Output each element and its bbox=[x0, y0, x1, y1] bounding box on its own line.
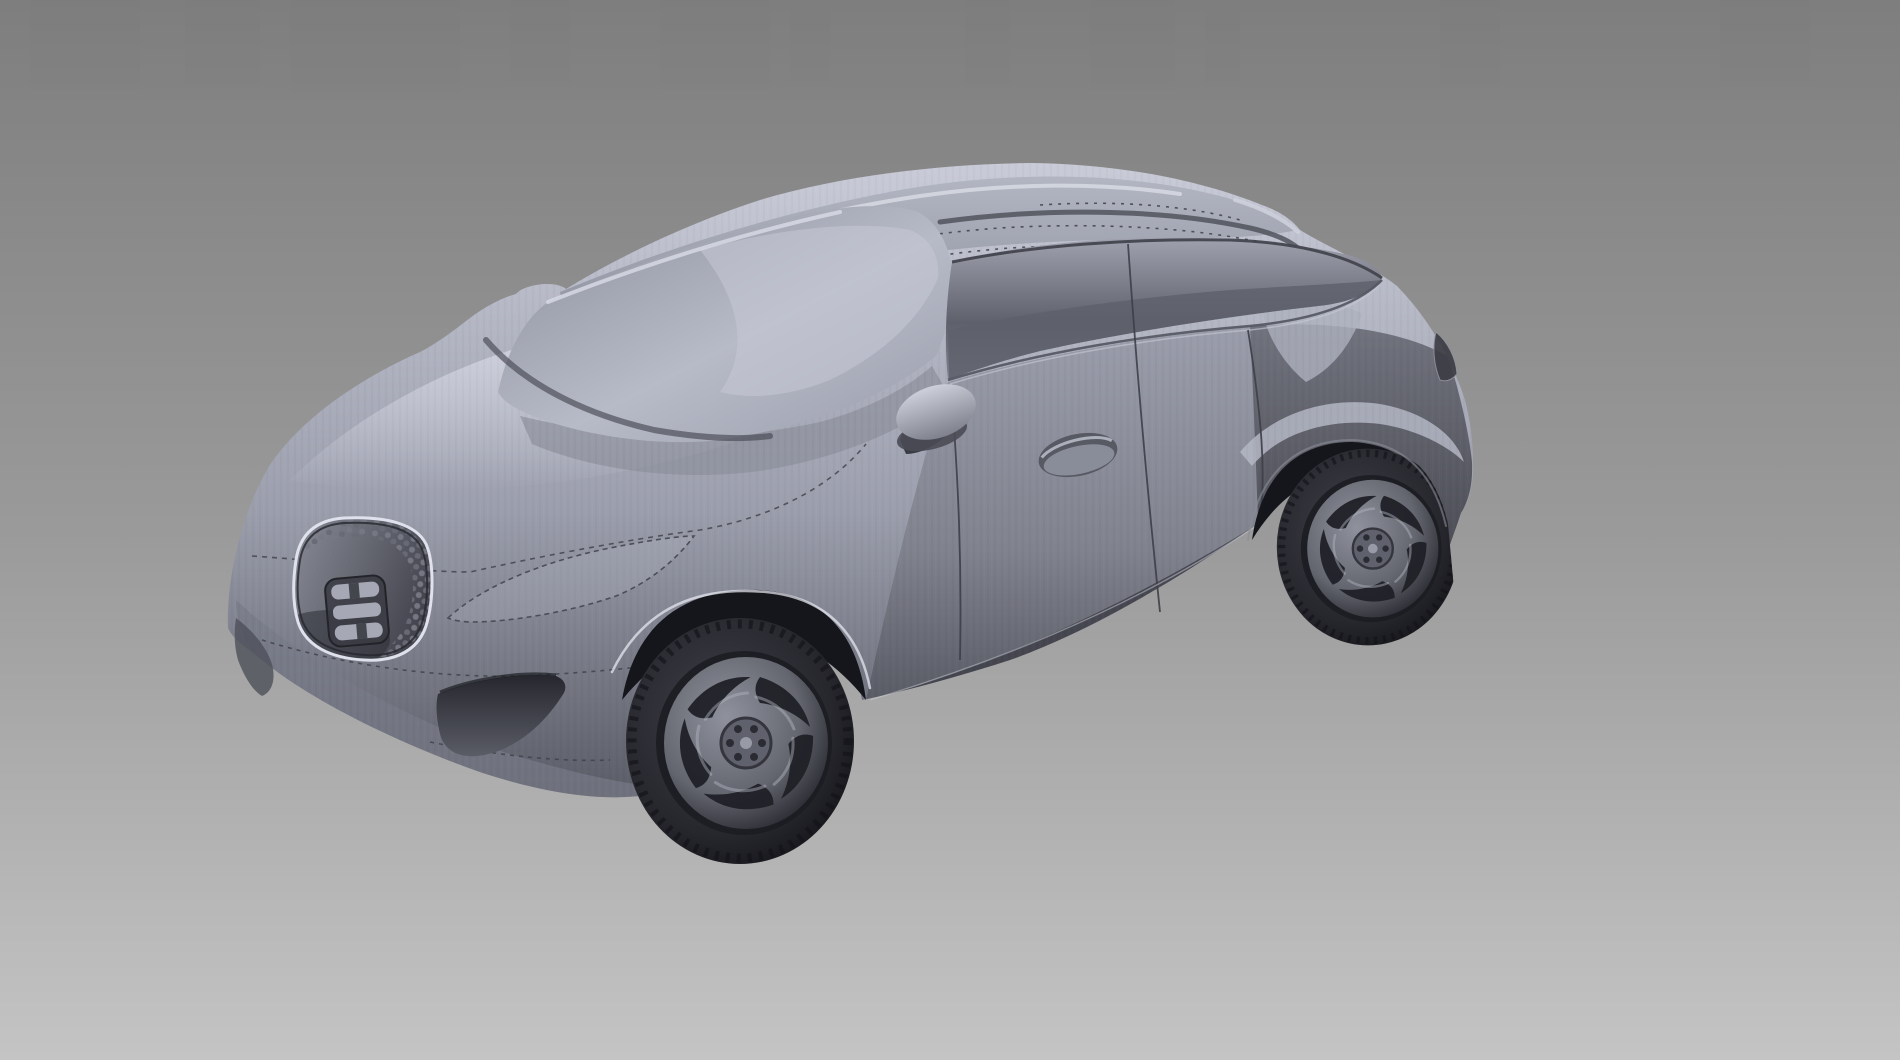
cad-3d-viewport[interactable] bbox=[0, 0, 1900, 1060]
render-canvas bbox=[0, 0, 1900, 1060]
brand-emblem bbox=[324, 575, 390, 648]
front-wheel bbox=[626, 618, 854, 864]
